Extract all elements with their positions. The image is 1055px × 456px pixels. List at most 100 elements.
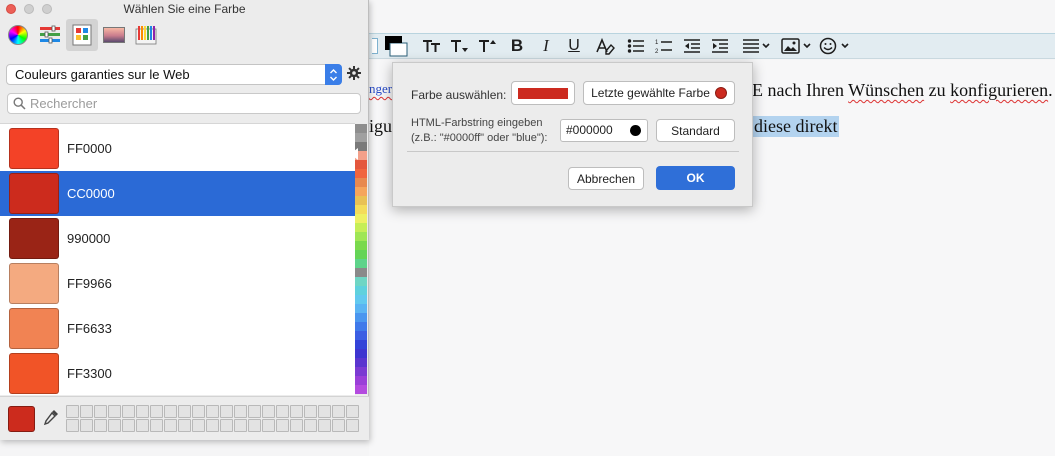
emoji-dropdown[interactable] [818,34,852,58]
last-color-dot [714,87,727,99]
minimize-button[interactable] [24,4,34,14]
empty-swatch-slot[interactable] [164,405,177,418]
color-list-item[interactable]: FF0000 [0,126,355,171]
empty-swatch-slot[interactable] [150,419,163,432]
indent-button[interactable] [709,34,731,58]
empty-swatch-slot[interactable] [136,405,149,418]
spectrum-segment [355,205,367,215]
tab-image-palettes[interactable] [98,19,130,51]
bullet-list-button[interactable] [625,34,647,58]
current-color-swatch[interactable] [8,406,35,432]
svg-text:2: 2 [655,49,659,54]
color-list[interactable]: FF0000 CC0000 990000 FF9966 FF6633 FF3300 [0,123,355,395]
tab-color-sliders[interactable] [34,19,66,51]
empty-swatch-slot[interactable] [94,405,107,418]
font-size-button[interactable] [420,34,444,58]
tab-color-palettes[interactable] [66,19,98,51]
empty-swatch-slot[interactable] [276,419,289,432]
outdent-button[interactable] [681,34,703,58]
image-dropdown[interactable] [780,34,814,58]
empty-swatch-slot[interactable] [94,419,107,432]
spectrum-segment [355,349,367,359]
search-icon [13,97,26,110]
empty-swatch-slot[interactable] [248,419,261,432]
selected-text[interactable]: diese direkt [752,116,840,137]
emoji-icon [819,37,849,55]
scroll-position-marker[interactable] [350,148,358,160]
numbered-list-icon: 1 2 [655,40,672,54]
color-list-select[interactable]: Couleurs garanties sur le Web [6,64,342,85]
empty-swatch-slot[interactable] [122,419,135,432]
empty-swatch-slot[interactable] [332,419,345,432]
color-list-item[interactable]: CC0000 [0,171,355,216]
empty-swatch-slot[interactable] [108,405,121,418]
empty-swatch-slot[interactable] [66,419,79,432]
bold-button[interactable]: B [507,34,527,58]
align-dropdown[interactable] [741,34,773,58]
ok-button[interactable]: OK [656,166,735,190]
font-size-up-button[interactable] [477,34,499,58]
color-list-item[interactable]: FF3300 [0,351,355,396]
standard-button[interactable]: Standard [656,119,735,142]
empty-swatch-slot[interactable] [150,405,163,418]
empty-swatch-slot[interactable] [304,405,317,418]
close-button[interactable] [6,4,16,14]
color-list-item[interactable]: 990000 [0,216,355,261]
empty-swatch-slot[interactable] [262,405,275,418]
color-swatch-button[interactable] [511,81,575,105]
last-color-button[interactable]: Letzte gewählte Farbe [583,81,735,105]
color-picker-panel: Wählen Sie eine Farbe Couleurs garanties… [0,0,369,440]
clear-format-button[interactable] [594,34,616,58]
empty-swatch-slot[interactable] [290,405,303,418]
tab-pencils[interactable] [130,19,162,51]
empty-swatch-slot[interactable] [108,419,121,432]
empty-swatch-slot[interactable] [192,405,205,418]
color-spectrum-scrollbar[interactable] [355,124,367,394]
search-input[interactable]: Rechercher [7,93,361,114]
image-icon [781,38,811,54]
empty-swatch-slot[interactable] [164,419,177,432]
spectrum-segment [355,259,367,269]
gear-icon[interactable] [347,66,361,80]
empty-swatch-slot[interactable] [178,405,191,418]
text-color-button[interactable] [381,34,411,58]
empty-swatch-slot[interactable] [178,419,191,432]
empty-swatch-slot[interactable] [248,405,261,418]
empty-swatch-slot[interactable] [318,405,331,418]
empty-swatch-slot[interactable] [304,419,317,432]
underline-button[interactable]: U [564,34,584,58]
empty-swatch-slot[interactable] [346,405,359,418]
font-size-down-button[interactable] [449,34,471,58]
empty-swatch-slot[interactable] [318,419,331,432]
italic-button[interactable]: I [536,34,556,58]
empty-swatch-slot[interactable] [276,405,289,418]
empty-swatch-slot[interactable] [220,419,233,432]
zoom-button[interactable] [42,4,52,14]
bullet-list-icon [627,39,644,53]
empty-swatch-slot[interactable] [262,419,275,432]
empty-swatch-slot[interactable] [290,419,303,432]
eyedropper-icon[interactable] [42,408,60,428]
html-color-input[interactable]: #000000 [560,119,648,142]
background-color-button[interactable] [371,34,379,58]
empty-swatch-slot[interactable] [332,405,345,418]
numbered-list-button[interactable]: 1 2 [653,34,675,58]
color-dialog: Farbe auswählen: Letzte gewählte Farbe H… [392,62,753,207]
empty-swatch-slot[interactable] [346,419,359,432]
empty-swatch-slot[interactable] [192,419,205,432]
empty-swatch-slot[interactable] [206,405,219,418]
empty-swatch-slot[interactable] [206,419,219,432]
color-list-item[interactable]: FF9966 [0,261,355,306]
tab-color-wheel[interactable] [2,19,34,51]
empty-swatch-slot[interactable] [80,405,93,418]
empty-swatch-slot[interactable] [122,405,135,418]
empty-swatch-slot[interactable] [66,405,79,418]
empty-swatch-slot[interactable] [234,419,247,432]
empty-swatch-slot[interactable] [234,405,247,418]
empty-swatch-slot[interactable] [80,419,93,432]
cancel-button[interactable]: Abbrechen [568,167,644,190]
empty-swatch-slot[interactable] [220,405,233,418]
empty-swatch-slot[interactable] [136,419,149,432]
color-swatch [9,128,59,169]
color-list-item[interactable]: FF6633 [0,306,355,351]
